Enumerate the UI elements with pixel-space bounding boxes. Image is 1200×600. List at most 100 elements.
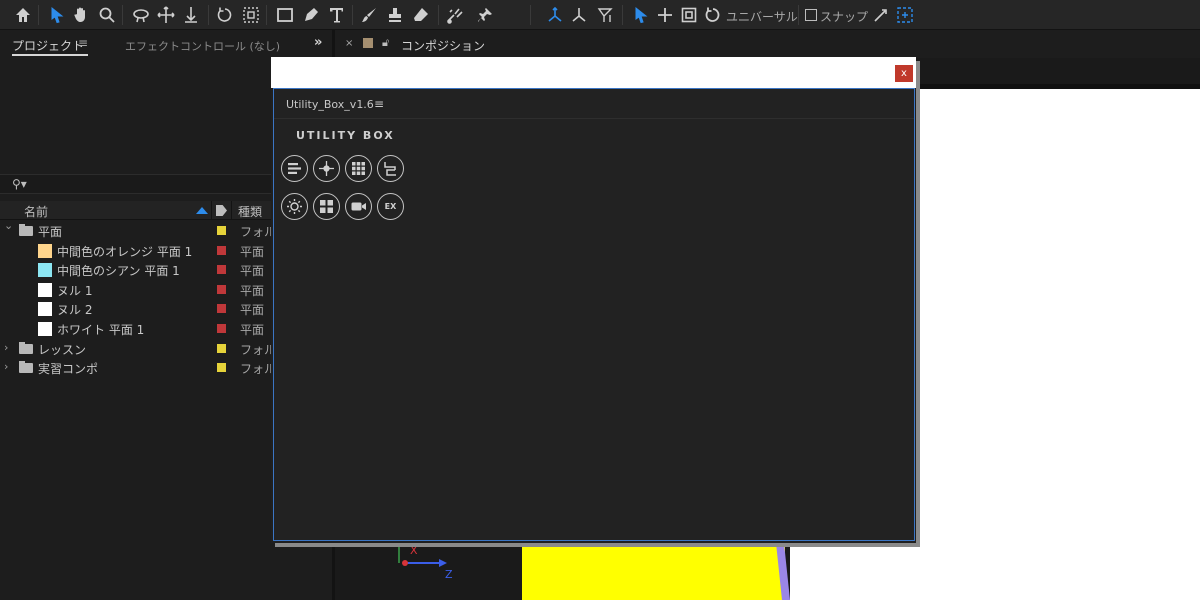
sort-ascending-icon[interactable]	[196, 207, 208, 214]
camera-track-icon[interactable]	[240, 4, 262, 26]
project-tabbar: プロジェクト ≡ エフェクトコントロール (なし) »	[0, 30, 332, 58]
utility-box-window: x Utility_Box_v1.6 ≡ UTILITY BOX EX	[271, 57, 916, 543]
tab-project[interactable]: プロジェクト	[12, 37, 84, 54]
item-type: 平面	[240, 244, 265, 259]
local-axis-icon[interactable]	[544, 4, 566, 26]
solid-swatch	[38, 243, 52, 258]
chevron-right-icon[interactable]: ›	[4, 360, 8, 373]
clone-stamp-icon[interactable]	[384, 4, 406, 26]
ex-label: EX	[384, 202, 397, 211]
project-search[interactable]: ⚲▾	[0, 174, 275, 194]
lock-icon[interactable]: 🔓︎	[382, 36, 389, 50]
label-color-chip[interactable]	[217, 324, 226, 333]
orbit-icon[interactable]	[130, 4, 152, 26]
scale-icon[interactable]	[678, 4, 700, 26]
universal-label[interactable]: ユニバーサル	[726, 8, 798, 25]
distribute-icon	[320, 200, 333, 213]
item-type: 平面	[240, 283, 265, 298]
type-icon[interactable]	[326, 4, 348, 26]
axis-x-label: X	[410, 544, 418, 557]
comp-canvas-white-lower	[790, 540, 915, 600]
close-tab-icon[interactable]: ×	[345, 38, 353, 49]
tab-project-underline	[12, 54, 88, 56]
axis-z-label: Z	[445, 568, 453, 581]
rotate-gizmo-icon[interactable]	[702, 4, 724, 26]
item-name: ヌル 1	[57, 283, 93, 298]
parent-button[interactable]	[377, 155, 404, 182]
label-color-chip[interactable]	[217, 343, 226, 353]
column-type[interactable]: 種類	[238, 203, 262, 220]
project-column-header: 名前 種類	[0, 201, 275, 220]
more-panels-icon[interactable]: »	[314, 35, 322, 50]
parent-icon	[384, 162, 396, 176]
item-type: 平面	[240, 264, 265, 279]
label-color-chip[interactable]	[217, 363, 226, 373]
move-icon[interactable]	[654, 4, 676, 26]
solid-swatch	[38, 302, 52, 317]
label-color-chip[interactable]	[217, 245, 226, 255]
snap-target-icon[interactable]	[894, 4, 916, 26]
axis-gizmo-icon[interactable]: X Z	[395, 543, 455, 588]
grid-button[interactable]	[345, 155, 372, 182]
solid-row[interactable]: ヌル 2 平面	[0, 299, 275, 319]
hamburger-menu-icon[interactable]: ≡	[78, 36, 88, 50]
window-titlebar[interactable]: x	[271, 57, 916, 88]
folder-icon	[19, 224, 33, 236]
view-axis-icon[interactable]	[594, 4, 616, 26]
label-color-chip[interactable]	[217, 304, 226, 314]
folder-row[interactable]: › レッスン フォル	[0, 339, 276, 359]
expression-button[interactable]: EX	[377, 193, 404, 220]
eraser-icon[interactable]	[410, 4, 432, 26]
comp-layer-yellow[interactable]	[522, 540, 785, 600]
solid-swatch	[38, 282, 52, 297]
puppet-pin-icon[interactable]	[474, 4, 496, 26]
utility-box-logo: UTILITY BOX	[296, 129, 395, 142]
close-window-button[interactable]: x	[895, 65, 913, 82]
solid-row[interactable]: 中間色のシアン 平面 1 平面	[0, 260, 275, 280]
folder-icon	[19, 361, 33, 374]
tab-effect-controls[interactable]: エフェクトコントロール (なし)	[125, 38, 280, 54]
dolly-icon[interactable]	[180, 4, 202, 26]
folder-row[interactable]: › 実習コンポ フォル	[0, 358, 276, 378]
selection-icon[interactable]	[46, 4, 68, 26]
utility-box-tab[interactable]: Utility_Box_v1.6	[286, 98, 374, 111]
brush-icon[interactable]	[358, 4, 380, 26]
search-icon[interactable]: ⚲▾	[12, 177, 27, 191]
selection-alt-icon[interactable]	[630, 4, 652, 26]
rotate-icon[interactable]	[214, 4, 236, 26]
label-color-chip[interactable]	[217, 265, 226, 275]
label-tag-icon[interactable]	[216, 205, 227, 216]
tab-composition[interactable]: コンポジション	[401, 37, 485, 54]
world-axis-icon[interactable]	[568, 4, 590, 26]
rectangle-icon[interactable]	[274, 4, 296, 26]
label-color-chip[interactable]	[217, 284, 226, 294]
chevron-down-icon[interactable]: ⌄	[4, 219, 13, 232]
item-name: レッスン	[38, 342, 87, 357]
snap-checkbox[interactable]	[805, 9, 817, 21]
column-name[interactable]: 名前	[24, 203, 48, 220]
distribute-button[interactable]	[313, 193, 340, 220]
solid-row[interactable]: ホワイト 平面 1 平面	[0, 319, 275, 339]
camera-button[interactable]	[345, 193, 372, 220]
pan-under-icon[interactable]	[155, 4, 177, 26]
align-button[interactable]	[281, 155, 308, 182]
snap-extend-icon[interactable]	[870, 4, 892, 26]
solid-row[interactable]: ヌル 1 平面	[0, 280, 275, 300]
settings-button[interactable]	[281, 193, 308, 220]
hand-icon[interactable]	[70, 4, 92, 26]
chevron-right-icon[interactable]: ›	[4, 341, 8, 354]
folder-row[interactable]: ⌄ 平面 フォル	[0, 219, 276, 241]
roto-brush-icon[interactable]	[444, 4, 466, 26]
pen-icon[interactable]	[300, 4, 322, 26]
folder-icon	[19, 341, 33, 354]
label-color-chip[interactable]	[217, 226, 226, 235]
snap-label[interactable]: スナップ	[820, 8, 868, 25]
panel-menu-icon[interactable]: ≡	[374, 97, 384, 111]
zoom-icon[interactable]	[96, 4, 118, 26]
anchor-point-button[interactable]	[313, 155, 340, 182]
camera-icon	[351, 202, 366, 211]
home-icon[interactable]	[12, 4, 34, 26]
solid-row[interactable]: 中間色のオレンジ 平面 1 平面	[0, 241, 275, 261]
toolbar: ユニバーサル スナップ	[0, 0, 1200, 30]
item-type: 平面	[240, 303, 265, 318]
